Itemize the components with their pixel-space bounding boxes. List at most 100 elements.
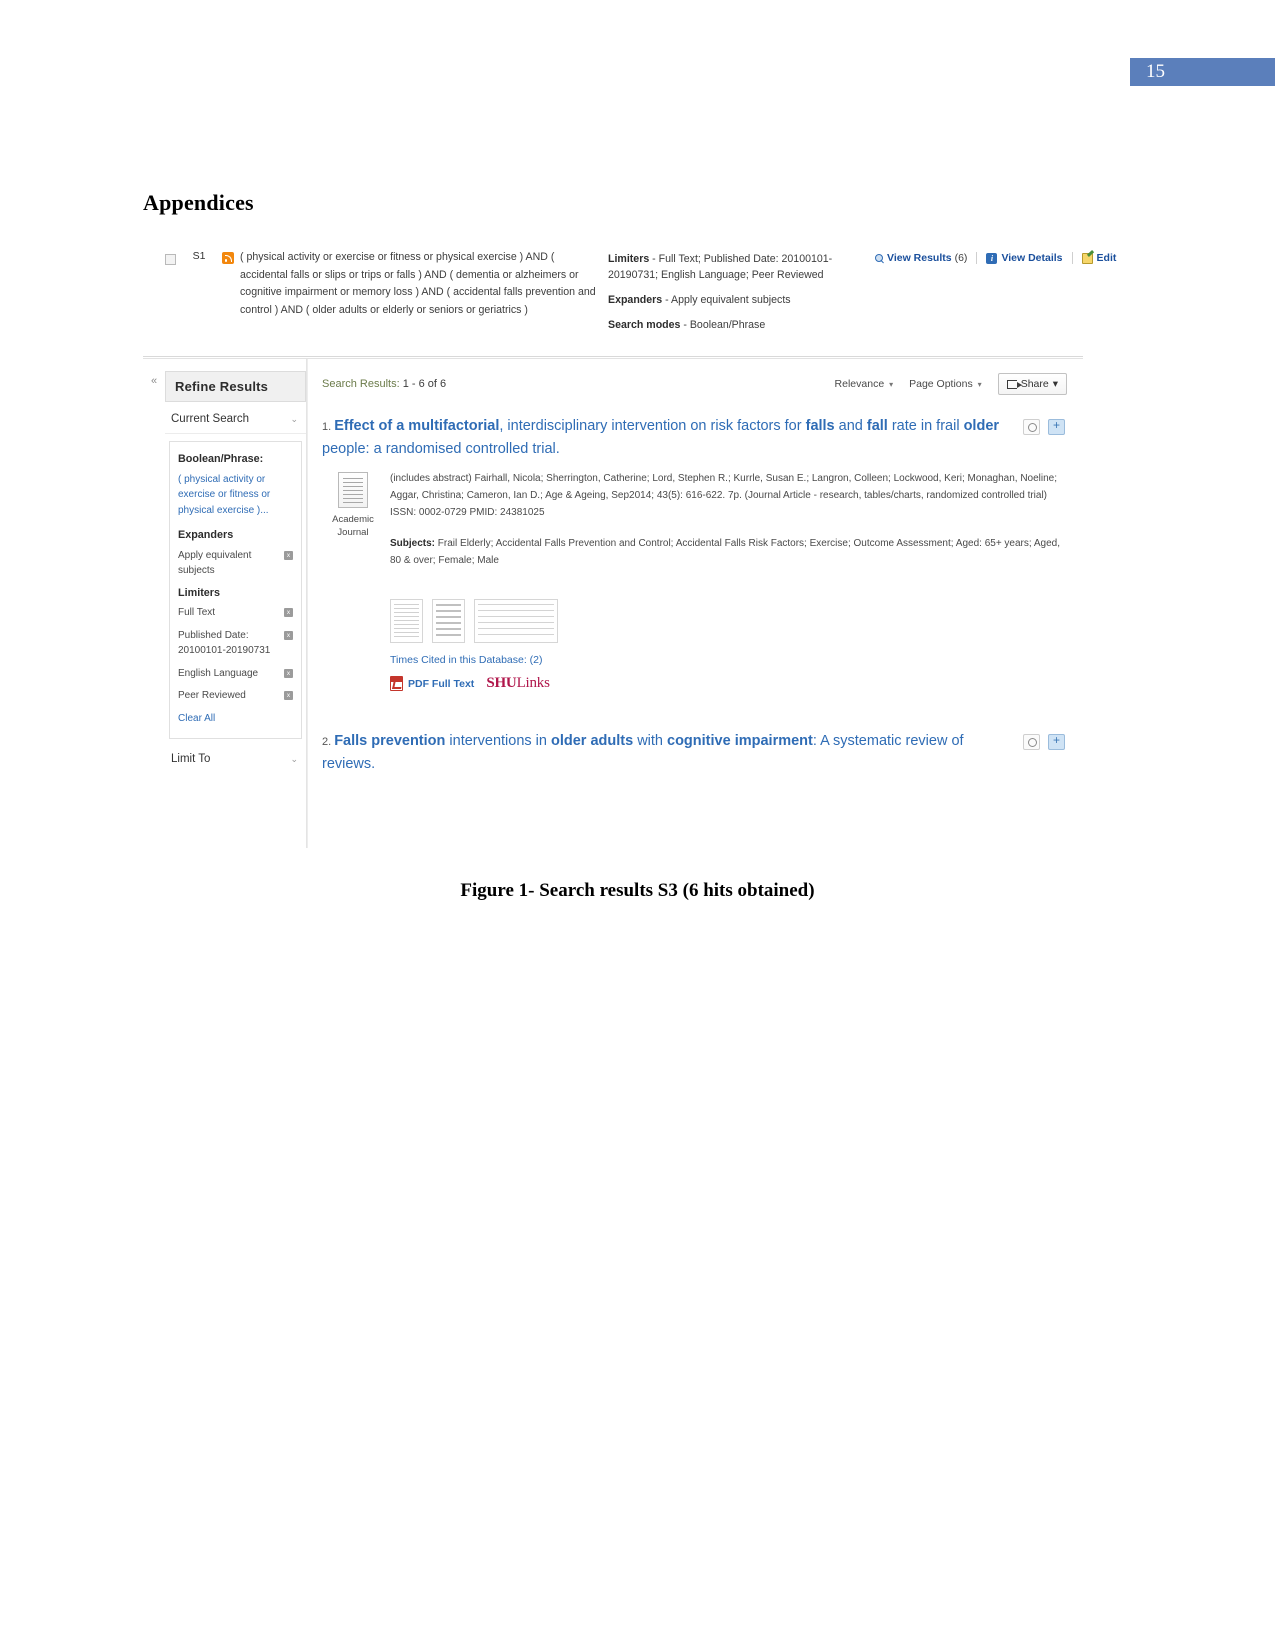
results-tools: Relevance ▾ Page Options ▾ Share ▾ bbox=[835, 373, 1067, 395]
record-fulltext-links: PDF Full Text SHULinks bbox=[390, 675, 1067, 692]
limiter-item: Peer Reviewed x bbox=[178, 688, 293, 704]
sort-relevance-label: Relevance bbox=[834, 378, 885, 390]
record-title-part: Effect of a multifactorial bbox=[334, 418, 500, 434]
limiters-label: Limiters bbox=[608, 253, 650, 265]
chevron-down-icon: ▾ bbox=[889, 380, 894, 389]
share-label: Share bbox=[1020, 378, 1049, 390]
rss-icon[interactable] bbox=[222, 252, 234, 264]
page-options-label: Page Options bbox=[909, 378, 973, 390]
search-query-text: ( physical activity or exercise or fitne… bbox=[240, 251, 596, 316]
results-area: « Refine Results Current Search ⌄ Boolea… bbox=[143, 358, 1083, 848]
info-icon: i bbox=[986, 252, 998, 264]
record-number: 1. bbox=[322, 421, 332, 433]
subjects-label: Subjects: bbox=[390, 538, 436, 549]
search-modes-line: Search modes - Boolean/Phrase bbox=[608, 317, 866, 333]
pdf-full-text-link[interactable]: PDF Full Text bbox=[390, 676, 474, 691]
current-search-section-header[interactable]: Current Search ⌄ bbox=[165, 402, 306, 434]
edit-link[interactable]: Edit bbox=[1071, 252, 1126, 264]
clear-all-link[interactable]: Clear All bbox=[178, 711, 293, 727]
add-to-folder-icon[interactable] bbox=[1048, 733, 1065, 750]
record-title-part: cognitive impairment bbox=[667, 733, 813, 749]
chevron-down-icon: ⌄ bbox=[290, 413, 298, 424]
record-title-part: and bbox=[834, 418, 867, 434]
results-list: Search Results: 1 - 6 of 6 Relevance ▾ P… bbox=[307, 359, 1083, 848]
limit-to-section-header[interactable]: Limit To ⌄ bbox=[165, 739, 306, 765]
search-id-label: S1 bbox=[192, 250, 206, 262]
expanders-label: Expanders bbox=[608, 294, 663, 306]
thumbnail-image[interactable] bbox=[432, 599, 465, 643]
thumbnail-image[interactable] bbox=[474, 599, 558, 643]
thumbnail-image[interactable] bbox=[390, 599, 423, 643]
view-results-count: (6) bbox=[954, 252, 968, 264]
refine-results-sidebar: Refine Results Current Search ⌄ Boolean/… bbox=[165, 359, 307, 848]
limiter-item-label: English Language bbox=[178, 667, 259, 679]
result-record: 1. Effect of a multifactorial, interdisci… bbox=[322, 409, 1067, 692]
results-count-value: 1 - 6 of 6 bbox=[402, 378, 447, 390]
view-details-link[interactable]: i View Details bbox=[976, 252, 1071, 264]
limiters-line: Limiters - Full Text; Published Date: 20… bbox=[608, 251, 866, 283]
document-icon bbox=[338, 472, 368, 508]
record-title-link[interactable]: 2. Falls prevention interventions in olde… bbox=[322, 730, 1015, 775]
remove-limiter-icon[interactable]: x bbox=[284, 630, 293, 640]
share-icon bbox=[1006, 379, 1022, 389]
results-count: Search Results: 1 - 6 of 6 bbox=[322, 378, 446, 390]
search-history-checkbox[interactable] bbox=[165, 254, 176, 265]
preview-icon[interactable] bbox=[1023, 419, 1040, 435]
record-title-row: 1. Effect of a multifactorial, interdisci… bbox=[322, 415, 1067, 460]
sidebar-collapse-button[interactable]: « bbox=[143, 359, 165, 848]
limiter-item-label: Full Text bbox=[178, 607, 216, 618]
times-cited-link[interactable]: Times Cited in this Database: (2) bbox=[390, 654, 1067, 666]
record-title-part: Falls prevention bbox=[334, 733, 446, 749]
search-history-row: S1 ( physical activity or exercise or fi… bbox=[143, 240, 1116, 357]
view-results-link[interactable]: View Results (6) bbox=[866, 252, 976, 264]
current-search-box: Boolean/Phrase: ( physical activity or e… bbox=[169, 441, 302, 739]
limiter-item: Published Date: 20100101-20190731 x bbox=[178, 628, 293, 659]
figure-caption: Figure 1- Search results S3 (6 hits obta… bbox=[460, 880, 815, 901]
sidebar-limiters-label: Limiters bbox=[178, 586, 221, 599]
edit-label: Edit bbox=[1096, 252, 1117, 264]
remove-limiter-icon[interactable]: x bbox=[284, 608, 293, 617]
ebsco-screenshot: S1 ( physical activity or exercise or fi… bbox=[143, 240, 1116, 848]
expander-item-label: Apply equivalent subjects bbox=[178, 549, 252, 577]
boolean-phrase-label: Boolean/Phrase: bbox=[178, 453, 264, 465]
record-body: Academic Journal (includes abstract) Fai… bbox=[322, 470, 1067, 692]
limiter-item-label: Published Date: 20100101-20190731 bbox=[178, 629, 271, 657]
search-meta: Limiters - Full Text; Published Date: 20… bbox=[608, 251, 866, 342]
chevron-down-icon: ▾ bbox=[1052, 378, 1058, 390]
shu-links-button[interactable]: SHULinks bbox=[486, 675, 550, 692]
edit-pencil-icon bbox=[1081, 252, 1093, 264]
current-search-label: Current Search bbox=[171, 413, 249, 425]
limit-to-label: Limit To bbox=[171, 753, 211, 765]
add-to-folder-icon[interactable] bbox=[1048, 418, 1065, 435]
sort-relevance-dropdown[interactable]: Relevance ▾ bbox=[835, 378, 894, 390]
record-title-link[interactable]: 1. Effect of a multifactorial, interdisci… bbox=[322, 415, 1015, 460]
record-title-part: interventions in bbox=[445, 733, 551, 749]
expanders-value: - Apply equivalent subjects bbox=[665, 294, 791, 306]
result-record: 2. Falls prevention interventions in olde… bbox=[322, 724, 1067, 775]
page-options-dropdown[interactable]: Page Options ▾ bbox=[909, 378, 982, 390]
limiter-item: English Language x bbox=[178, 666, 293, 682]
remove-expander-icon[interactable]: x bbox=[284, 550, 293, 560]
remove-limiter-icon[interactable]: x bbox=[284, 691, 293, 700]
record-subjects: Subjects: Frail Elderly; Accidental Fall… bbox=[390, 535, 1067, 569]
share-button[interactable]: Share ▾ bbox=[997, 373, 1067, 395]
record-thumbnails bbox=[390, 599, 1067, 643]
record-action-icons bbox=[1023, 418, 1065, 435]
chevron-down-icon: ⌄ bbox=[290, 753, 298, 764]
page-title: Appendices bbox=[143, 190, 254, 215]
limiter-item: Full Text x bbox=[178, 605, 293, 621]
search-modes-label: Search modes bbox=[608, 319, 681, 331]
page-number: 15 bbox=[1146, 61, 1165, 82]
expanders-line: Expanders - Apply equivalent subjects bbox=[608, 292, 866, 308]
shu-links-bold: SHU bbox=[486, 675, 517, 691]
record-title-part: older bbox=[963, 418, 1000, 434]
record-source-type: Academic Journal bbox=[322, 470, 384, 692]
boolean-phrase-value[interactable]: ( physical activity or exercise or fitne… bbox=[178, 472, 293, 519]
remove-limiter-icon[interactable]: x bbox=[284, 668, 293, 678]
chevron-left-icon: « bbox=[150, 375, 158, 387]
view-results-label: View Results bbox=[887, 252, 952, 264]
record-action-icons bbox=[1023, 733, 1065, 750]
pdf-icon bbox=[390, 676, 403, 691]
preview-icon[interactable] bbox=[1023, 734, 1040, 750]
search-modes-value: - Boolean/Phrase bbox=[683, 319, 766, 331]
